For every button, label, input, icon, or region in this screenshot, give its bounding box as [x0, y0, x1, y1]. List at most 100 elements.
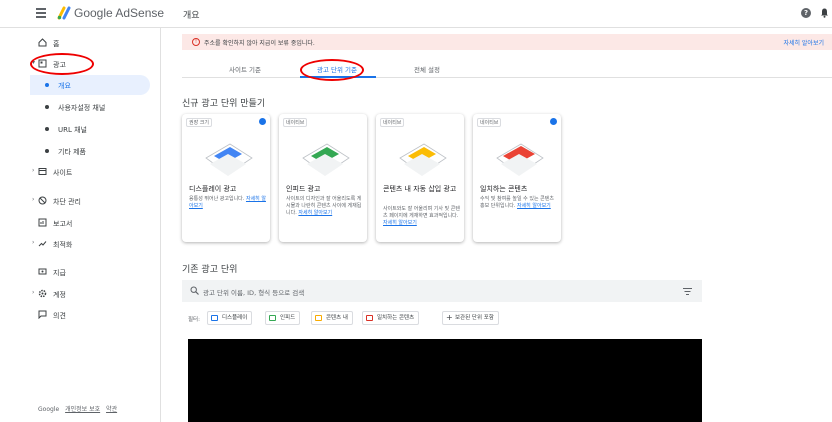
google-label: Google: [38, 406, 60, 413]
filter-list-icon[interactable]: [683, 288, 692, 295]
learn-more-link[interactable]: 자세히 알아보기: [783, 38, 824, 47]
in-article-ad-illustration-icon: [399, 143, 447, 176]
sidebar-item-home[interactable]: 홈: [0, 33, 160, 53]
card-description: 수익 및 참여를 높일 수 있는 콘텐츠 홍보 단위입니다. 자세히 알아보기: [480, 196, 554, 209]
privacy-link[interactable]: 개인정보 보호: [65, 406, 100, 413]
sidebar-item-blocking[interactable]: › 차단 관리: [0, 191, 160, 211]
learn-more-link[interactable]: 자세히 알아보기: [298, 210, 332, 216]
display-ad-illustration-icon: [205, 143, 253, 176]
card-title: 인피드 광고: [286, 185, 321, 193]
sidebar-item-label: 지급: [53, 269, 66, 277]
ads-icon: [38, 59, 47, 68]
sidebar-item-other-products[interactable]: 기타 제품: [0, 141, 150, 161]
optimize-icon: [38, 241, 47, 247]
sidebar-item-ads[interactable]: ▾ 광고: [0, 54, 160, 74]
in-feed-type-icon: [269, 315, 276, 321]
sidebar-item-label: 의견: [53, 312, 66, 320]
alert-text: 주소를 확인하지 않아 지급이 보류 중입니다.: [204, 40, 315, 47]
sidebar-item-label: 계정: [53, 291, 66, 299]
tab-by-ad-unit[interactable]: 광고 단위 기준: [292, 64, 382, 74]
sidebar-item-label: 차단 관리: [53, 198, 81, 206]
in-article-type-icon: [315, 315, 322, 321]
report-icon: [38, 218, 47, 227]
terms-link[interactable]: 약관: [106, 406, 117, 413]
sidebar-item-label: 최적화: [53, 241, 73, 249]
sidebar-item-account[interactable]: › 계정: [0, 284, 160, 304]
learn-more-link[interactable]: 자세히 알아보기: [383, 220, 417, 226]
chevron-right-icon: ›: [32, 289, 35, 296]
filter-chip-archived[interactable]: + 보관된 단위 포함: [442, 311, 499, 325]
sidebar-item-label: 사용자설정 채널: [58, 104, 106, 112]
filter-chip-matched-content[interactable]: 일치하는 콘텐츠: [362, 311, 420, 325]
in-feed-ads-card[interactable]: 네이티브 인피드 광고 사이트의 디자인과 잘 어울리도록 게시물과 나란히 콘…: [279, 114, 367, 242]
bullet-icon: [45, 149, 49, 153]
sidebar-item-label: 사이트: [53, 169, 73, 177]
card-title: 일치하는 콘텐츠: [480, 185, 528, 193]
search-icon: [190, 286, 199, 295]
top-app-bar: Google AdSense 개요 ?: [0, 0, 832, 28]
chevron-right-icon: ›: [32, 167, 35, 174]
adsense-logo-icon: [57, 6, 71, 20]
bullet-icon: [45, 83, 49, 87]
sidebar-item-label: 홈: [53, 40, 60, 48]
sidebar-item-reports[interactable]: 보고서: [0, 213, 160, 233]
plus-icon: +: [446, 313, 453, 322]
card-title: 디스플레이 광고: [189, 185, 237, 193]
in-feed-ad-illustration-icon: [302, 143, 350, 176]
card-title: 콘텐츠 내 자동 삽입 광고: [383, 185, 457, 193]
redacted-content: [188, 339, 702, 422]
sidebar-item-optimization[interactable]: › 최적화: [0, 234, 160, 254]
feedback-icon: [38, 310, 47, 319]
sidebar-item-feedback[interactable]: 의견: [0, 305, 160, 325]
card-tag: 네이티브: [283, 118, 308, 127]
chevron-right-icon: ›: [32, 196, 35, 203]
learn-more-link[interactable]: 자세히 알아보기: [517, 203, 551, 209]
info-badge-icon: [259, 118, 266, 125]
new-ad-unit-title: 신규 광고 단위 만들기: [182, 99, 266, 109]
bullet-icon: [45, 105, 49, 109]
tab-global-settings[interactable]: 전체 설정: [382, 64, 472, 74]
display-ads-card[interactable]: 권장 크기 디스플레이 광고 융통성 뛰어난 광고입니다. 자세히 알아보기: [182, 114, 270, 242]
sidebar-item-url-channels[interactable]: URL 채널: [0, 119, 150, 139]
page-title: 개요: [183, 11, 200, 21]
payment-icon: [38, 268, 47, 275]
sidebar-item-payments[interactable]: 지급: [0, 262, 160, 282]
card-description: 사이트와도 잘 어울리며 기사 및 콘텐츠 페이지에 게재하면 효과적입니다. …: [383, 206, 460, 226]
bell-icon[interactable]: [820, 8, 829, 18]
info-badge-icon: [550, 118, 557, 125]
search-input[interactable]: 광고 단위 이름, ID, 형식 등으로 검색: [203, 287, 304, 297]
filter-chip-display[interactable]: 디스플레이: [207, 311, 253, 325]
card-description: 융통성 뛰어난 광고입니다. 자세히 알아보기: [189, 196, 266, 209]
site-icon: [38, 168, 47, 175]
sidebar-item-label: 보고서: [53, 220, 73, 228]
bullet-icon: [45, 127, 49, 131]
display-type-icon: [211, 315, 218, 321]
alert-banner: ! 주소를 확인하지 않아 지급이 보류 중입니다. 자세히 알아보기: [182, 34, 832, 50]
block-icon: [38, 196, 47, 205]
filter-chip-in-article[interactable]: 콘텐츠 내: [311, 311, 353, 325]
sidebar-item-label: 기타 제품: [58, 148, 86, 156]
matched-content-illustration-icon: [496, 143, 544, 176]
active-tab-indicator: [300, 76, 376, 78]
chevron-down-icon: ▾: [32, 59, 36, 66]
home-icon: [38, 38, 47, 47]
sidebar-item-overview[interactable]: 개요: [30, 75, 150, 95]
sidebar-item-label: 광고: [53, 61, 66, 69]
menu-icon[interactable]: [36, 8, 46, 18]
in-article-ads-card[interactable]: 네이티브 콘텐츠 내 자동 삽입 광고 사이트와도 잘 어울리며 기사 및 콘텐…: [376, 114, 464, 242]
matched-content-card[interactable]: 네이티브 일치하는 콘텐츠 수익 및 참여를 높일 수 있는 콘텐츠 홍보 단위…: [473, 114, 561, 242]
sidebar-item-sites[interactable]: › 사이트: [0, 162, 160, 182]
card-tag: 권장 크기: [186, 118, 212, 127]
tab-by-site[interactable]: 사이트 기준: [200, 64, 290, 74]
sidebar-item-label: 개요: [58, 82, 71, 90]
brand-name[interactable]: Google AdSense: [74, 6, 164, 20]
existing-ad-units-title: 기존 광고 단위: [182, 265, 238, 275]
sidebar-item-custom-channels[interactable]: 사용자설정 채널: [0, 97, 150, 117]
search-bar[interactable]: 광고 단위 이름, ID, 형식 등으로 검색: [182, 280, 702, 302]
matched-content-type-icon: [366, 315, 373, 321]
help-icon[interactable]: ?: [801, 8, 811, 18]
filter-chip-in-feed[interactable]: 인피드: [265, 311, 301, 325]
sidebar-footer: Google 개인정보 보호 약관: [38, 404, 121, 413]
sidebar: 홈 ▾ 광고 개요 사용자설정 채널 URL 채널 기타 제품 › 사이트 › …: [0, 28, 161, 422]
sidebar-item-label: URL 채널: [58, 126, 87, 134]
